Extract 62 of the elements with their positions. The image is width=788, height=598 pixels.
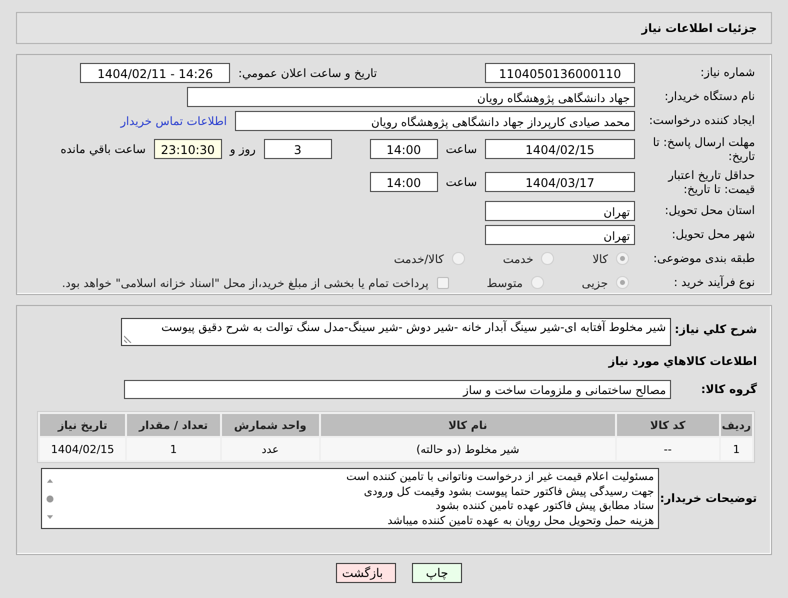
date-field: 1404/02/15 — [485, 139, 635, 159]
page-title: جزئیات اطلاعات نیاز — [641, 21, 757, 35]
table-cell: عدد — [222, 438, 319, 460]
announce-date-field: 1404/02/11 - 14:26 — [80, 62, 230, 82]
field-label: حداقل تاریخ اعتبار قیمت: تا تاریخ: — [666, 168, 756, 196]
column-header: تعداد / مقدار — [127, 414, 220, 436]
action-button[interactable]: بازگشت — [336, 563, 396, 583]
field-label: استان محل تحویل: — [664, 203, 756, 218]
option-label: کالا/خدمت — [394, 252, 444, 266]
description-text: شیر مخلوط آفتابه ای-شیر سینگ آبدار خانه -شیر دوش -شیر سینگ-مدل سنگ توالت به شرح دقیق پیوست — [161, 320, 666, 334]
field-label: ایجاد کننده درخواست: — [648, 113, 756, 128]
days-field: 3 — [264, 139, 332, 159]
radio-button[interactable] — [452, 252, 465, 265]
goods-group-field: مصالح ساختمانی و ملزومات ساخت و ساز — [124, 380, 671, 399]
table-cell: شیر مخلوط (دو حالته) — [320, 438, 615, 460]
resize-grip-icon — [124, 335, 132, 343]
option-label: جزیی — [582, 276, 608, 290]
column-header: نام کالا — [320, 414, 615, 436]
column-header: کد کالا — [616, 414, 719, 436]
column-header: تاریخ نیاز — [40, 414, 126, 436]
section-heading: اطلاعات کالاهاي مورد نیاز — [607, 354, 758, 368]
field-label: توضیحات خریدار: — [659, 491, 758, 506]
checkbox[interactable] — [436, 276, 449, 288]
remaining-time-field: 23:10:30 — [154, 139, 222, 159]
field-label: شهر محل تحویل: — [670, 227, 756, 242]
time-field: 14:00 — [370, 139, 438, 159]
contact-link[interactable]: اطلاعات تماس خریدار — [120, 114, 227, 128]
field-label: ساعت باقي مانده — [60, 142, 146, 156]
field-label: ساعت — [446, 175, 477, 189]
need-number-field: 1104050136000110 — [485, 62, 635, 82]
radio-button[interactable] — [541, 252, 554, 265]
radio-button[interactable] — [530, 276, 544, 289]
requester-field: محمد صیادی کارپرداز جهاد دانشگاهی پژوهشگاه رویان — [235, 110, 635, 130]
city-field: تهران — [485, 224, 635, 244]
buyer-notes-text: مسئولیت اعلام قیمت غیر از درخواست وناتوانی با تامین کننده است جهت رسیدگی پیش فاکتور حتما پیوست بشود وقیمت کل ورودی ستاد مطابق پیش فاکتور عهده تامین کننده بشود هزینه حمل وتحویل محل رویان به عهده تامین کننده میباشد — [345, 470, 654, 528]
field-label: روز و — [230, 142, 256, 156]
action-button[interactable]: چاپ — [412, 563, 462, 583]
province-field: تهران — [485, 200, 635, 220]
table-cell: 1404/02/15 — [40, 438, 126, 460]
table-cell: 1 — [127, 438, 220, 460]
table-cell: 1 — [720, 438, 752, 460]
date-field: 1404/03/17 — [485, 172, 635, 192]
column-header: ردیف — [720, 414, 752, 436]
time-field: 14:00 — [370, 172, 438, 192]
field-label: طبقه بندی موضوعی: — [652, 251, 756, 266]
field-label: نام دستگاه خریدار: — [663, 89, 756, 104]
radio-button[interactable] — [616, 276, 629, 289]
option-label: خدمت — [502, 252, 534, 266]
field-label: شرح کلي نیاز: — [674, 321, 758, 336]
field-label: شماره نیاز: — [699, 65, 756, 80]
radio-button[interactable] — [616, 252, 629, 265]
field-label: نوع فرآیند خرید : — [672, 275, 756, 290]
field-label: گروه کالا: — [700, 382, 758, 397]
buyer-org-field: جهاد دانشگاهی پژوهشگاه رویان — [187, 86, 635, 106]
field-label: مهلت ارسال پاسخ: تا تاریخ: — [652, 134, 756, 164]
option-label: متوسط — [486, 276, 523, 290]
option-label: کالا — [592, 252, 608, 266]
table-cell: -- — [616, 438, 719, 460]
checkbox-label: پرداخت تمام یا بخشی از مبلغ خرید،از محل "اسناد خزانه اسلامی" خواهد بود. — [62, 276, 429, 290]
column-header: واحد شمارش — [222, 414, 319, 436]
field-label: تاریخ و ساعت اعلان عمومي: — [238, 66, 377, 80]
field-label: ساعت — [446, 142, 477, 156]
